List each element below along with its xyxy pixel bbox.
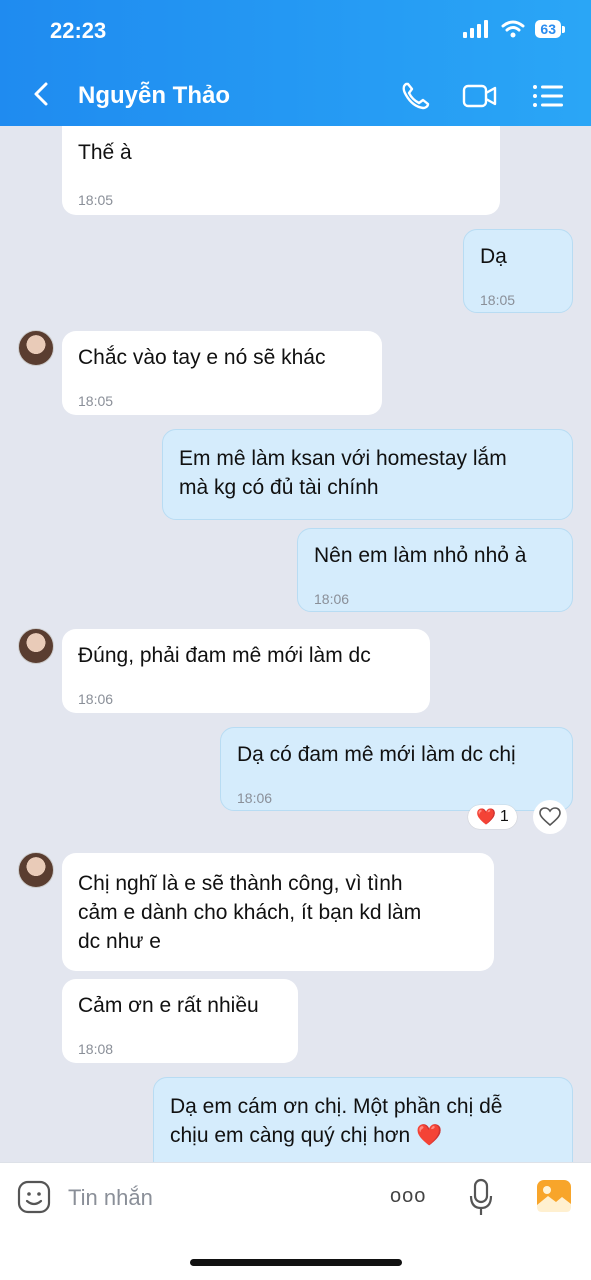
message-text: Đúng, phải đam mê mới làm dc bbox=[78, 644, 371, 667]
message-incoming[interactable]: Cảm ơn e rất nhiều 18:08 bbox=[62, 979, 298, 1063]
message-list[interactable]: Thế à 18:05 Dạ 18:05 Chắc vào tay e nó s… bbox=[0, 126, 591, 1162]
contact-avatar[interactable] bbox=[18, 852, 54, 888]
wifi-icon bbox=[501, 20, 525, 38]
contact-name[interactable]: Nguyễn Thảo bbox=[78, 82, 230, 110]
react-heart-button[interactable] bbox=[533, 800, 567, 834]
message-outgoing[interactable]: Em mê làm ksan với homestay lắm mà kg có… bbox=[162, 429, 573, 520]
status-time: 22:23 bbox=[50, 18, 107, 43]
message-time: 18:05 bbox=[78, 192, 114, 208]
status-indicators: 63 bbox=[463, 20, 565, 38]
contact-avatar[interactable] bbox=[18, 628, 54, 664]
microphone-icon[interactable] bbox=[468, 1178, 494, 1218]
message-text: Dạ có đam mê mới làm dc chị bbox=[237, 743, 516, 766]
message-time: 18:05 bbox=[78, 393, 114, 409]
message-time: 18:06 bbox=[237, 790, 273, 806]
message-text: Chắc vào tay e nó sẽ khác bbox=[78, 346, 326, 369]
message-outgoing[interactable]: Dạ có đam mê mới làm dc chị 18:06 bbox=[220, 727, 573, 811]
chat-header: 22:23 63 Nguyễn Thảo bbox=[0, 0, 591, 126]
message-time: 18:05 bbox=[480, 292, 516, 308]
message-time: 18:08 bbox=[78, 1041, 114, 1057]
message-text: Nên em làm nhỏ nhỏ à bbox=[314, 544, 527, 567]
menu-list-icon[interactable] bbox=[530, 80, 566, 112]
phone-icon[interactable] bbox=[398, 80, 434, 112]
message-text: Chị nghĩ là e sẽ thành công, vì tình cảm… bbox=[78, 872, 422, 953]
signal-icon bbox=[463, 20, 489, 38]
video-call-icon[interactable] bbox=[462, 80, 498, 112]
heart-reaction-icon: ❤️ bbox=[476, 809, 496, 826]
message-text: Cảm ơn e rất nhiều bbox=[78, 994, 259, 1017]
message-outgoing[interactable]: Dạ em cám ơn chị. Một phần chị dễ chịu e… bbox=[153, 1077, 573, 1162]
message-text: Em mê làm ksan với homestay lắm mà kg có… bbox=[179, 447, 507, 499]
message-incoming[interactable]: Chị nghĩ là e sẽ thành công, vì tình cảm… bbox=[62, 853, 494, 971]
heart-outline-icon bbox=[539, 807, 561, 827]
back-arrow-icon[interactable] bbox=[28, 76, 56, 112]
message-text: Dạ bbox=[480, 245, 507, 268]
reaction-count: 1 bbox=[499, 808, 509, 825]
message-text: Thế à bbox=[78, 141, 132, 164]
battery-indicator: 63 bbox=[535, 20, 565, 38]
message-incoming[interactable]: Chắc vào tay e nó sẽ khác 18:05 bbox=[62, 331, 382, 415]
message-time: 18:06 bbox=[78, 691, 114, 707]
message-text: Dạ em cám ơn chị. Một phần chị dễ chịu e… bbox=[170, 1095, 503, 1147]
message-incoming[interactable]: Đúng, phải đam mê mới làm dc 18:06 bbox=[62, 629, 430, 713]
contact-avatar[interactable] bbox=[18, 330, 54, 366]
more-options-icon[interactable]: ooo bbox=[390, 1185, 426, 1208]
sticker-emoji-icon[interactable] bbox=[17, 1180, 51, 1214]
message-outgoing[interactable]: Nên em làm nhỏ nhỏ à 18:06 bbox=[297, 528, 573, 612]
image-gallery-icon[interactable] bbox=[536, 1179, 572, 1213]
message-time: 18:06 bbox=[314, 591, 350, 607]
reaction-badge[interactable]: ❤️ 1 bbox=[468, 805, 517, 829]
home-indicator[interactable] bbox=[190, 1259, 402, 1266]
message-incoming[interactable]: Thế à 18:05 bbox=[62, 126, 500, 215]
message-input[interactable]: Tin nhắn bbox=[68, 1185, 153, 1211]
message-outgoing[interactable]: Dạ 18:05 bbox=[463, 229, 573, 313]
